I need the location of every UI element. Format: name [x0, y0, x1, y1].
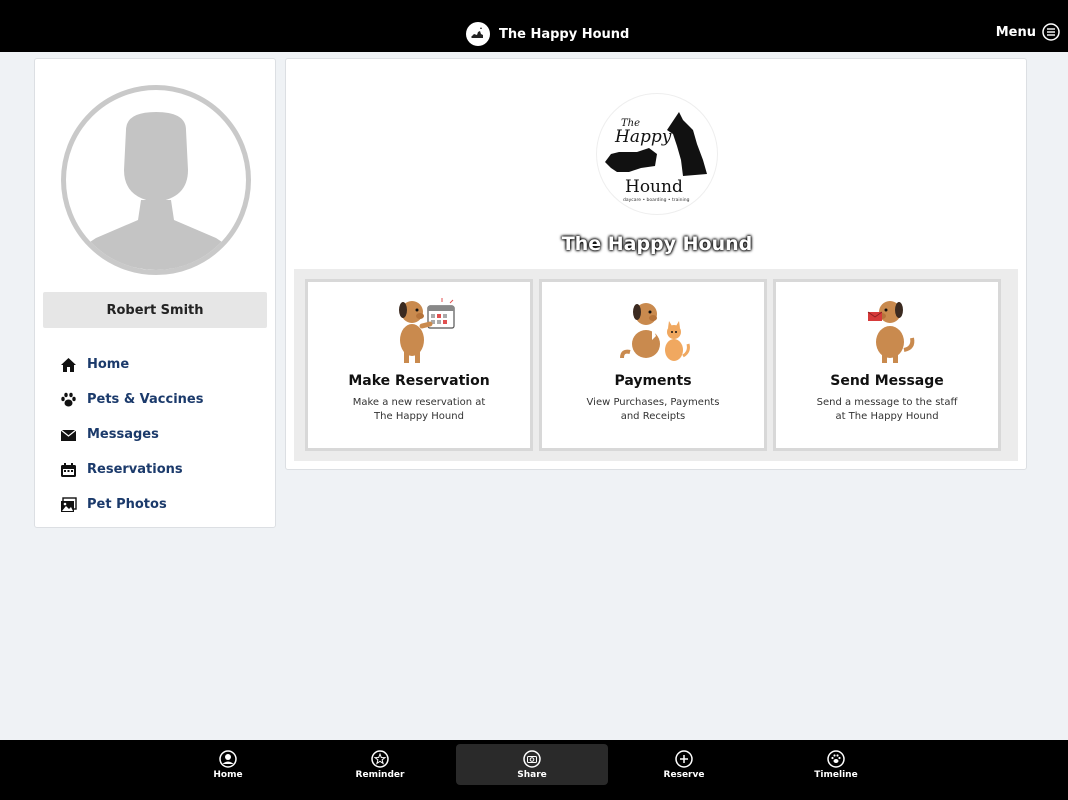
tile-description-line: at The Happy Hound [835, 411, 939, 422]
bottom-nav: Home Reminder Share Reserve Timeline [0, 740, 1068, 800]
user-circle-icon [219, 749, 237, 768]
calendar-icon [59, 461, 77, 479]
tile-description: View Purchases, Payments and Receipts [560, 396, 746, 424]
tile-description-line: and Receipts [620, 411, 686, 422]
hamburger-icon [1042, 23, 1060, 41]
sidebar-item-label: Pet Photos [87, 497, 167, 512]
sidebar-item-home[interactable]: Home [59, 347, 259, 382]
tile-title: Make Reservation [348, 373, 490, 389]
hero-title: The Happy Hound [561, 233, 753, 255]
bottom-nav-reminder[interactable]: Reminder [304, 744, 456, 785]
business-logo: The Happy Hound daycare • boarding • tra… [596, 93, 718, 215]
sidebar-item-pet-photos[interactable]: Pet Photos [59, 487, 259, 522]
make-reservation-tile[interactable]: Make Reservation Make a new reservation … [305, 279, 533, 451]
user-name: Robert Smith [43, 292, 267, 328]
sidebar-item-messages[interactable]: Messages [59, 417, 259, 452]
logo-text-happy: Happy [614, 127, 672, 147]
hero-banner: The Happy Hound daycare • boarding • tra… [302, 67, 1012, 267]
menu-button[interactable]: Menu [996, 23, 1060, 41]
paw-icon [59, 391, 77, 409]
plus-circle-icon [675, 749, 693, 768]
profile-sidebar: Robert Smith Home Pets & Vaccines Messag… [34, 58, 276, 528]
bottom-nav-timeline[interactable]: Timeline [760, 744, 912, 785]
sidebar-nav: Home Pets & Vaccines Messages Reservatio… [59, 347, 259, 522]
sidebar-item-label: Pets & Vaccines [87, 392, 204, 407]
bottom-nav-label: Timeline [814, 769, 858, 780]
tile-description: Make a new reservation at The Happy Houn… [326, 396, 512, 424]
send-message-tile[interactable]: Send Message Send a message to the staff… [773, 279, 1001, 451]
tile-title: Send Message [830, 373, 944, 389]
tile-description: Send a message to the staff at The Happy… [794, 396, 980, 424]
action-tiles: Make Reservation Make a new reservation … [294, 269, 1018, 461]
dog-and-cat-illustration [620, 303, 690, 361]
avatar[interactable] [61, 85, 251, 275]
star-icon [371, 749, 389, 768]
dog-calendar-illustration [399, 298, 455, 363]
sidebar-item-label: Reservations [87, 462, 183, 477]
logo-tagline: daycare • boarding • training [623, 197, 690, 203]
brand-logo-icon [466, 22, 490, 46]
bottom-nav-home[interactable]: Home [152, 744, 304, 785]
bottom-nav-label: Reminder [355, 769, 405, 780]
home-icon [59, 356, 77, 374]
sidebar-item-label: Home [87, 357, 130, 372]
sidebar-item-label: Messages [87, 427, 159, 442]
photos-icon [59, 496, 77, 514]
paw-circle-icon [827, 749, 845, 768]
bottom-nav-share[interactable]: Share [456, 744, 608, 785]
bottom-nav-reserve[interactable]: Reserve [608, 744, 760, 785]
tile-description-line: The Happy Hound [374, 411, 464, 422]
bottom-nav-label: Share [517, 769, 547, 780]
tile-description-line: Send a message to the staff [816, 397, 958, 408]
top-bar: The Happy Hound Menu [0, 0, 1068, 52]
menu-label: Menu [995, 24, 1036, 40]
sidebar-item-reservations[interactable]: Reservations [59, 452, 259, 487]
user-silhouette-icon [71, 112, 241, 270]
bottom-nav-label: Reserve [663, 769, 705, 780]
tile-description-line: Make a new reservation at [352, 397, 486, 408]
camera-icon [523, 749, 541, 768]
app-title: The Happy Hound [499, 26, 630, 42]
payments-tile[interactable]: Payments View Purchases, Payments and Re… [539, 279, 767, 451]
tile-title: Payments [614, 373, 692, 389]
envelope-icon [59, 426, 77, 444]
tile-description-line: View Purchases, Payments [586, 397, 720, 408]
main-panel: The Happy Hound daycare • boarding • tra… [285, 58, 1027, 470]
bottom-nav-label: Home [213, 769, 243, 780]
sidebar-item-pets-vaccines[interactable]: Pets & Vaccines [59, 382, 259, 417]
brand[interactable]: The Happy Hound [466, 22, 629, 46]
dog-with-letter-illustration [867, 301, 915, 363]
logo-text-hound: Hound [625, 177, 683, 197]
